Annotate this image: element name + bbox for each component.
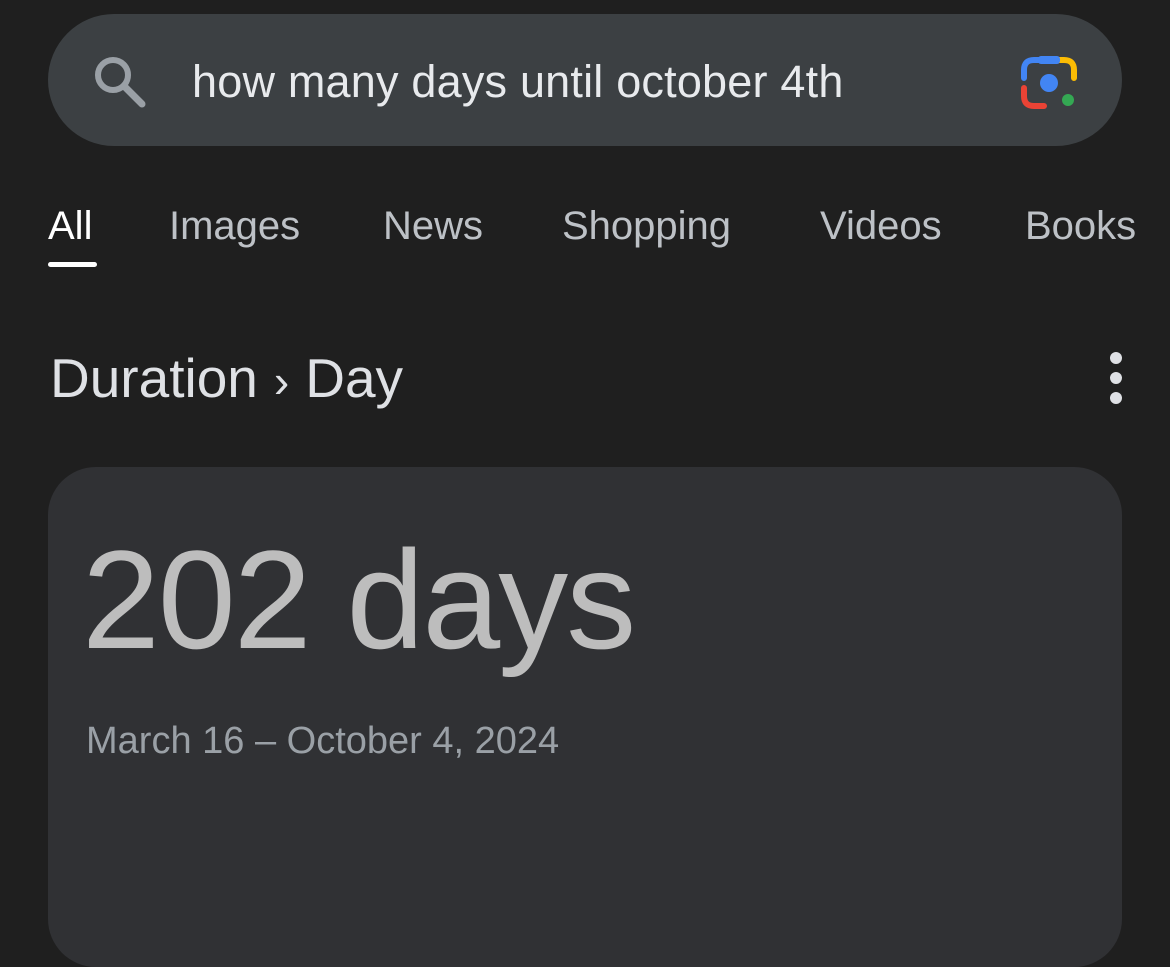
breadcrumb-current[interactable]: Day bbox=[305, 347, 403, 409]
search-tabs: All Images News Shopping Videos Books bbox=[0, 190, 1170, 280]
tab-news[interactable]: News bbox=[383, 200, 483, 252]
breadcrumb-separator: › bbox=[273, 355, 290, 407]
search-input[interactable]: how many days until october 4th bbox=[192, 52, 844, 112]
tab-videos[interactable]: Videos bbox=[820, 200, 942, 252]
tab-shopping[interactable]: Shopping bbox=[562, 200, 731, 252]
google-lens-icon[interactable] bbox=[1018, 52, 1080, 114]
breadcrumb: Duration › Day bbox=[50, 345, 403, 414]
tab-all[interactable]: All bbox=[48, 200, 92, 252]
date-range: March 16 – October 4, 2024 bbox=[86, 720, 560, 762]
more-vert-icon[interactable] bbox=[1096, 348, 1136, 408]
duration-result: 202 days bbox=[82, 521, 636, 678]
tab-images[interactable]: Images bbox=[169, 200, 300, 252]
breadcrumb-parent[interactable]: Duration bbox=[50, 347, 258, 409]
search-icon[interactable] bbox=[88, 50, 150, 112]
active-tab-indicator bbox=[48, 262, 97, 267]
tab-books[interactable]: Books bbox=[1025, 200, 1136, 252]
